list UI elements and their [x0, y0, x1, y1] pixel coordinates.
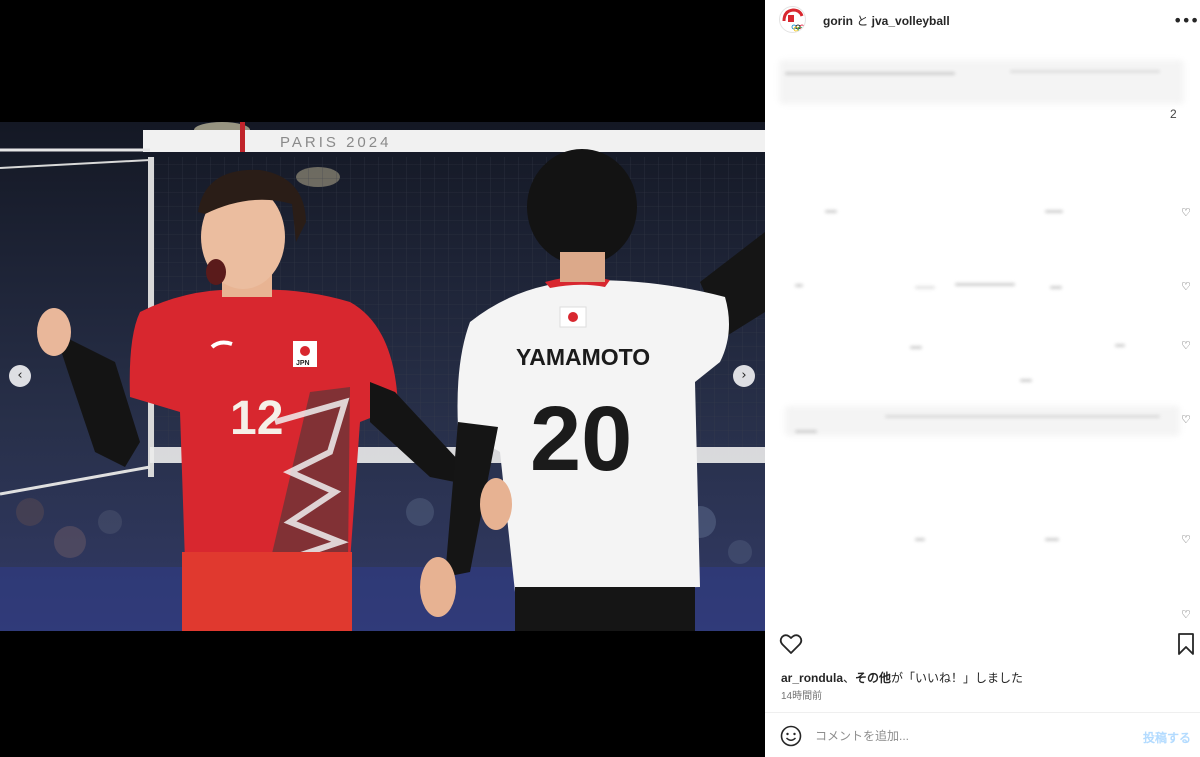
left-jersey-team-code: JPN: [296, 360, 310, 367]
liked-by-user[interactable]: ar_rondula: [781, 671, 843, 685]
post-photo[interactable]: PARIS 2024 JPN 12 YAMAMOTO 20: [0, 122, 765, 631]
post-actions: [765, 628, 1200, 664]
avatar[interactable]: [779, 6, 806, 33]
comment-like-icon[interactable]: ♡: [1181, 280, 1191, 293]
smiley-icon[interactable]: [780, 725, 802, 747]
comment-like-icon[interactable]: ♡: [1181, 533, 1191, 546]
chevron-left-icon[interactable]: ‹: [9, 365, 31, 387]
chevron-right-icon[interactable]: ›: [733, 365, 755, 387]
comment-input[interactable]: [815, 725, 1135, 747]
comment-like-icon[interactable]: ♡: [1181, 608, 1191, 621]
comments-list: 2 ♡ ♡ ♡ ♡ ♡ ♡: [765, 46, 1200, 628]
olympic-logo-icon: [782, 8, 805, 32]
author-secondary[interactable]: jva_volleyball: [872, 14, 950, 28]
post-author[interactable]: gorin と jva_volleyball: [823, 12, 950, 29]
comment-bar: 投稿する: [765, 713, 1200, 757]
right-jersey-number: 20: [530, 388, 632, 490]
likes-separator: 、: [843, 671, 856, 685]
info-pane: gorin と jva_volleyball ••• 2 ♡ ♡ ♡ ♡ ♡ ♡: [765, 0, 1200, 757]
likes-summary: ar_rondula、その他が「いいね！」しました: [781, 669, 1023, 686]
post-comment-button[interactable]: 投稿する: [1143, 729, 1191, 746]
stray-text: 2: [1170, 107, 1177, 121]
liked-by-others[interactable]: その他: [855, 671, 891, 685]
author-primary[interactable]: gorin: [823, 14, 853, 28]
right-jersey-name: YAMAMOTO: [516, 344, 650, 370]
media-pane: PARIS 2024 JPN 12 YAMAMOTO 20 ‹ ›: [0, 0, 765, 757]
likes-suffix: が「いいね！」しました: [891, 671, 1024, 685]
heart-icon[interactable]: [779, 632, 803, 656]
comment-like-icon[interactable]: ♡: [1181, 339, 1191, 352]
photo-illustration: PARIS 2024 JPN 12 YAMAMOTO 20: [0, 122, 765, 631]
comment-like-icon[interactable]: ♡: [1181, 413, 1191, 426]
comment-like-icon[interactable]: ♡: [1181, 206, 1191, 219]
author-joiner: と: [853, 14, 872, 28]
left-jersey-number: 12: [230, 392, 283, 445]
net-banner-text: PARIS 2024: [280, 134, 391, 151]
more-horizontal-icon[interactable]: •••: [1173, 11, 1199, 30]
bookmark-icon[interactable]: [1176, 632, 1196, 656]
post-timestamp[interactable]: 14時間前: [781, 687, 822, 702]
post-header: gorin と jva_volleyball •••: [765, 0, 1200, 40]
